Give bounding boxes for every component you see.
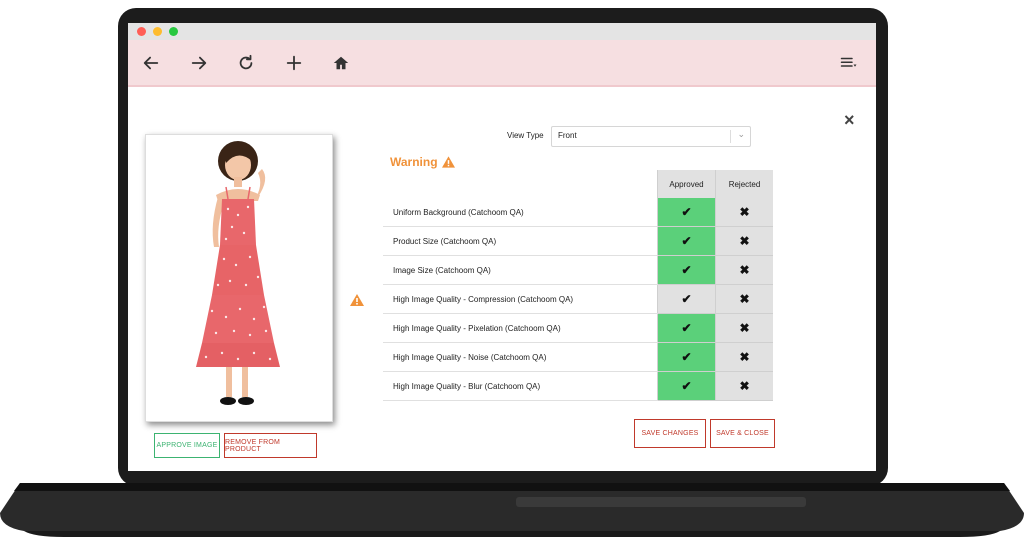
save-changes-button[interactable]: SAVE CHANGES — [634, 419, 706, 448]
approve-toggle[interactable]: ✔ — [657, 255, 716, 285]
reject-toggle[interactable]: ✖ — [715, 342, 773, 372]
criteria-label: Product Size (Catchoom QA) — [383, 226, 658, 256]
minimize-window-dot[interactable] — [153, 27, 162, 36]
product-image — [145, 134, 333, 422]
warning-triangle-icon — [441, 156, 455, 168]
menu-icon — [840, 57, 857, 67]
save-and-close-button[interactable]: SAVE & CLOSE — [710, 419, 775, 448]
close-modal-button[interactable]: × — [844, 111, 855, 129]
warning-triangle-icon — [350, 294, 364, 306]
reload-button[interactable] — [233, 50, 259, 76]
remove-from-product-button[interactable]: REMOVE FROM PRODUCT — [224, 433, 317, 458]
cross-icon: ✖ — [739, 321, 750, 335]
approve-image-button[interactable]: APPROVE IMAGE — [154, 433, 220, 458]
criteria-header-blank — [383, 170, 658, 198]
browser-window: × APPROVE IMAGE REMOVE FROM PRODUCT View… — [128, 23, 876, 471]
table-row: High Image Quality - Blur (Catchoom QA) ✔… — [383, 371, 773, 401]
checkmark-icon: ✔ — [681, 234, 692, 248]
reject-toggle[interactable]: ✖ — [715, 313, 773, 343]
back-button[interactable] — [138, 50, 164, 76]
home-icon — [333, 56, 349, 70]
reject-toggle[interactable]: ✖ — [715, 284, 773, 314]
cross-icon: ✖ — [739, 292, 750, 306]
view-type-value: Front — [558, 131, 577, 140]
cross-icon: ✖ — [739, 205, 750, 219]
table-row: High Image Quality - Pixelation (Catchoo… — [383, 313, 773, 343]
new-tab-button[interactable] — [281, 50, 307, 76]
forward-button[interactable] — [186, 50, 212, 76]
table-row: Uniform Background (Catchoom QA) ✔ ✖ — [383, 198, 773, 227]
cross-icon: ✖ — [739, 350, 750, 364]
view-type-select[interactable]: Front ⌄ — [551, 126, 751, 147]
cross-icon: ✖ — [739, 379, 750, 393]
approve-toggle[interactable]: ✔ — [657, 198, 716, 227]
qa-criteria-table: Approved Rejected Uniform Background (Ca… — [383, 170, 773, 401]
criteria-label: High Image Quality - Compression (Catcho… — [383, 284, 658, 314]
checkmark-icon: ✔ — [681, 350, 692, 364]
view-type-label: View Type — [507, 131, 544, 140]
approved-column-header: Approved — [657, 170, 716, 198]
table-row: High Image Quality - Noise (Catchoom QA)… — [383, 342, 773, 372]
approve-toggle[interactable]: ✔ — [657, 313, 716, 343]
warning-title-text: Warning — [390, 155, 438, 169]
criteria-label: High Image Quality - Pixelation (Catchoo… — [383, 313, 658, 343]
criteria-label: Uniform Background (Catchoom QA) — [383, 198, 658, 227]
dress-model-illustration — [196, 141, 280, 405]
forward-arrow-icon — [191, 56, 207, 70]
menu-button[interactable] — [836, 50, 862, 76]
checkmark-icon: ✔ — [681, 263, 692, 277]
new-tab-icon — [286, 55, 302, 71]
close-window-dot[interactable] — [137, 27, 146, 36]
checkmark-icon: ✔ — [681, 292, 692, 306]
chevron-down-icon: ⌄ — [737, 129, 745, 139]
approve-toggle[interactable]: ✔ — [657, 226, 716, 256]
select-divider — [730, 130, 731, 143]
table-row: High Image Quality - Compression (Catcho… — [383, 284, 773, 314]
maximize-window-dot[interactable] — [169, 27, 178, 36]
cross-icon: ✖ — [739, 263, 750, 277]
window-titlebar — [128, 23, 876, 40]
warning-heading: Warning — [390, 155, 455, 169]
reload-icon — [239, 54, 253, 70]
table-row: Image Size (Catchoom QA) ✔ ✖ — [383, 255, 773, 285]
criteria-label: High Image Quality - Blur (Catchoom QA) — [383, 371, 658, 401]
criteria-label: Image Size (Catchoom QA) — [383, 255, 658, 285]
cross-icon: ✖ — [739, 234, 750, 248]
approve-toggle[interactable]: ✔ — [657, 371, 716, 401]
checkmark-icon: ✔ — [681, 379, 692, 393]
back-arrow-icon — [143, 56, 159, 70]
reject-toggle[interactable]: ✖ — [715, 255, 773, 285]
checkmark-icon: ✔ — [681, 205, 692, 219]
rejected-column-header: Rejected — [715, 170, 773, 198]
laptop-base — [0, 483, 1024, 537]
table-header-row: Approved Rejected — [383, 170, 773, 198]
approve-toggle[interactable]: ✔ — [657, 342, 716, 372]
approve-toggle[interactable]: ✔ — [657, 284, 716, 314]
home-button[interactable] — [328, 50, 354, 76]
reject-toggle[interactable]: ✖ — [715, 198, 773, 227]
table-row: Product Size (Catchoom QA) ✔ ✖ — [383, 226, 773, 256]
reject-toggle[interactable]: ✖ — [715, 226, 773, 256]
row-warning-marker — [350, 293, 364, 311]
reject-toggle[interactable]: ✖ — [715, 371, 773, 401]
checkmark-icon: ✔ — [681, 321, 692, 335]
criteria-label: High Image Quality - Noise (Catchoom QA) — [383, 342, 658, 372]
browser-toolbar — [128, 40, 876, 87]
